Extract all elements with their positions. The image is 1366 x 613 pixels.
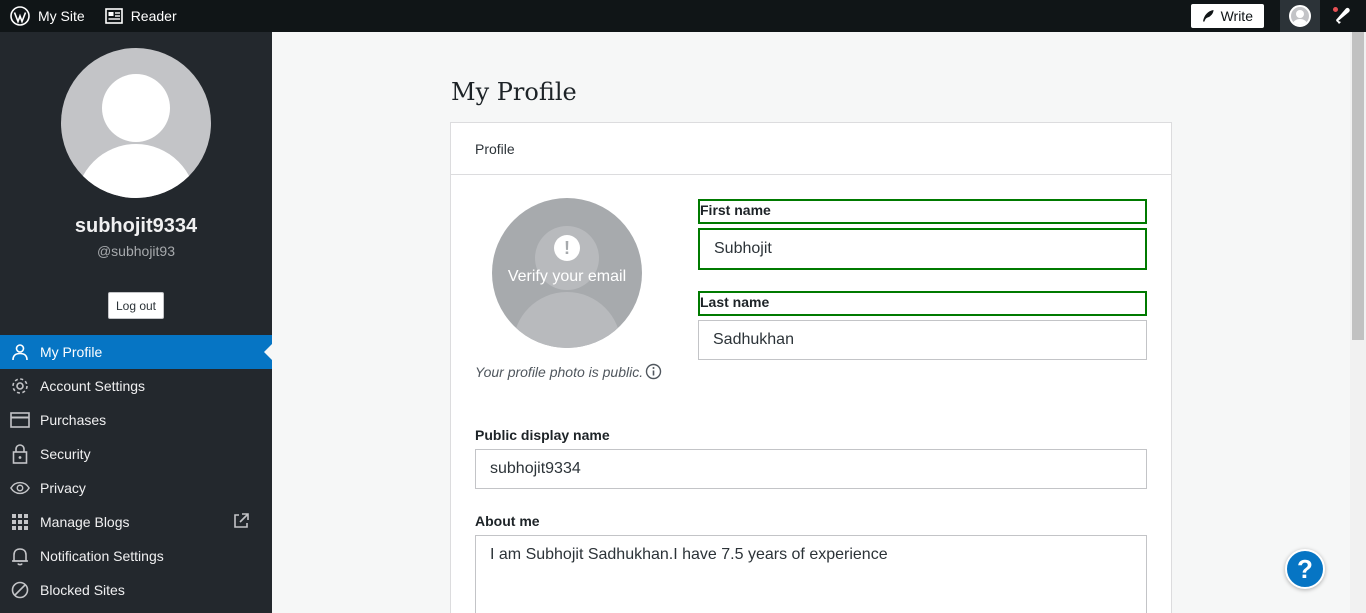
reader-icon	[104, 8, 123, 24]
bell-icon	[10, 546, 30, 566]
credit-card-icon	[10, 410, 30, 430]
photo-public-note: Your profile photo is public.	[475, 363, 662, 380]
sidebar-item-privacy[interactable]: Privacy	[0, 471, 272, 505]
sidebar-item-security[interactable]: Security	[0, 437, 272, 471]
sidebar-item-my-profile[interactable]: My Profile	[0, 335, 272, 369]
unread-dot	[1332, 6, 1339, 13]
logout-button[interactable]: Log out	[108, 292, 164, 319]
sidebar-item-label: Purchases	[40, 412, 107, 428]
sidebar-nav: My Profile Account Settings Purchases Se…	[0, 335, 272, 607]
gear-icon	[10, 376, 30, 396]
sidebar: subhojit9334 @subhojit93 Log out My Prof…	[0, 32, 272, 613]
masterbar: My Site Reader Write	[0, 0, 1366, 32]
block-icon	[10, 580, 30, 600]
reader-link[interactable]: Reader	[95, 0, 187, 32]
sidebar-item-label: Privacy	[40, 480, 86, 496]
sidebar-item-label: Notification Settings	[40, 548, 164, 564]
scrollbar-thumb[interactable]	[1352, 32, 1364, 340]
quill-icon	[1202, 10, 1214, 22]
display-name-label: Public display name	[475, 427, 610, 443]
external-link-icon	[232, 512, 250, 533]
alert-icon: !	[554, 235, 580, 261]
sidebar-item-label: Security	[40, 446, 91, 462]
profile-card: Profile ! Verify your email Your profile…	[450, 122, 1172, 613]
person-icon	[10, 342, 30, 362]
profile-avatar	[61, 48, 211, 198]
sidebar-handle: @subhojit93	[96, 243, 176, 259]
write-button[interactable]: Write	[1190, 4, 1264, 28]
first-name-label: First name	[698, 199, 1147, 224]
last-name-input[interactable]: Sadhukhan	[698, 320, 1147, 360]
lock-icon	[10, 444, 30, 464]
sidebar-item-label: Account Settings	[40, 378, 146, 394]
about-me-label: About me	[475, 513, 540, 529]
display-name-input[interactable]: subhojit9334	[475, 449, 1147, 489]
help-button[interactable]: ?	[1285, 549, 1325, 589]
user-avatar-button[interactable]	[1280, 0, 1320, 32]
first-name-input[interactable]: Subhojit	[698, 228, 1147, 270]
my-site-label: My Site	[38, 8, 85, 24]
sidebar-item-label: Manage Blogs	[40, 514, 130, 530]
eye-icon	[10, 478, 30, 498]
sidebar-item-label: My Profile	[40, 344, 103, 360]
my-site-link[interactable]: My Site	[0, 0, 95, 32]
last-name-label: Last name	[698, 291, 1147, 316]
info-icon[interactable]	[645, 363, 662, 380]
write-label: Write	[1220, 8, 1253, 24]
about-me-textarea[interactable]: I am Subhojit Sadhukhan.I have 7.5 years…	[475, 535, 1147, 613]
sidebar-item-notification-settings[interactable]: Notification Settings	[0, 539, 272, 573]
page-title: My Profile	[451, 78, 577, 106]
sidebar-username: subhojit9334	[74, 215, 198, 237]
sidebar-item-blocked-sites[interactable]: Blocked Sites	[0, 573, 272, 607]
gravatar-upload[interactable]: ! Verify your email	[492, 198, 642, 348]
sidebar-item-purchases[interactable]: Purchases	[0, 403, 272, 437]
wordpress-icon	[10, 6, 30, 26]
sidebar-item-label: Blocked Sites	[40, 582, 125, 598]
reader-label: Reader	[130, 8, 177, 24]
sidebar-item-account-settings[interactable]: Account Settings	[0, 369, 272, 403]
grid-icon	[10, 512, 30, 532]
avatar-icon	[1289, 5, 1311, 27]
photo-note-text: Your profile photo is public.	[475, 363, 644, 380]
card-header: Profile	[451, 123, 1171, 175]
notifications-button[interactable]	[1320, 0, 1366, 32]
verify-email-text: Verify your email	[507, 268, 627, 285]
sidebar-item-manage-blogs[interactable]: Manage Blogs	[0, 505, 272, 539]
